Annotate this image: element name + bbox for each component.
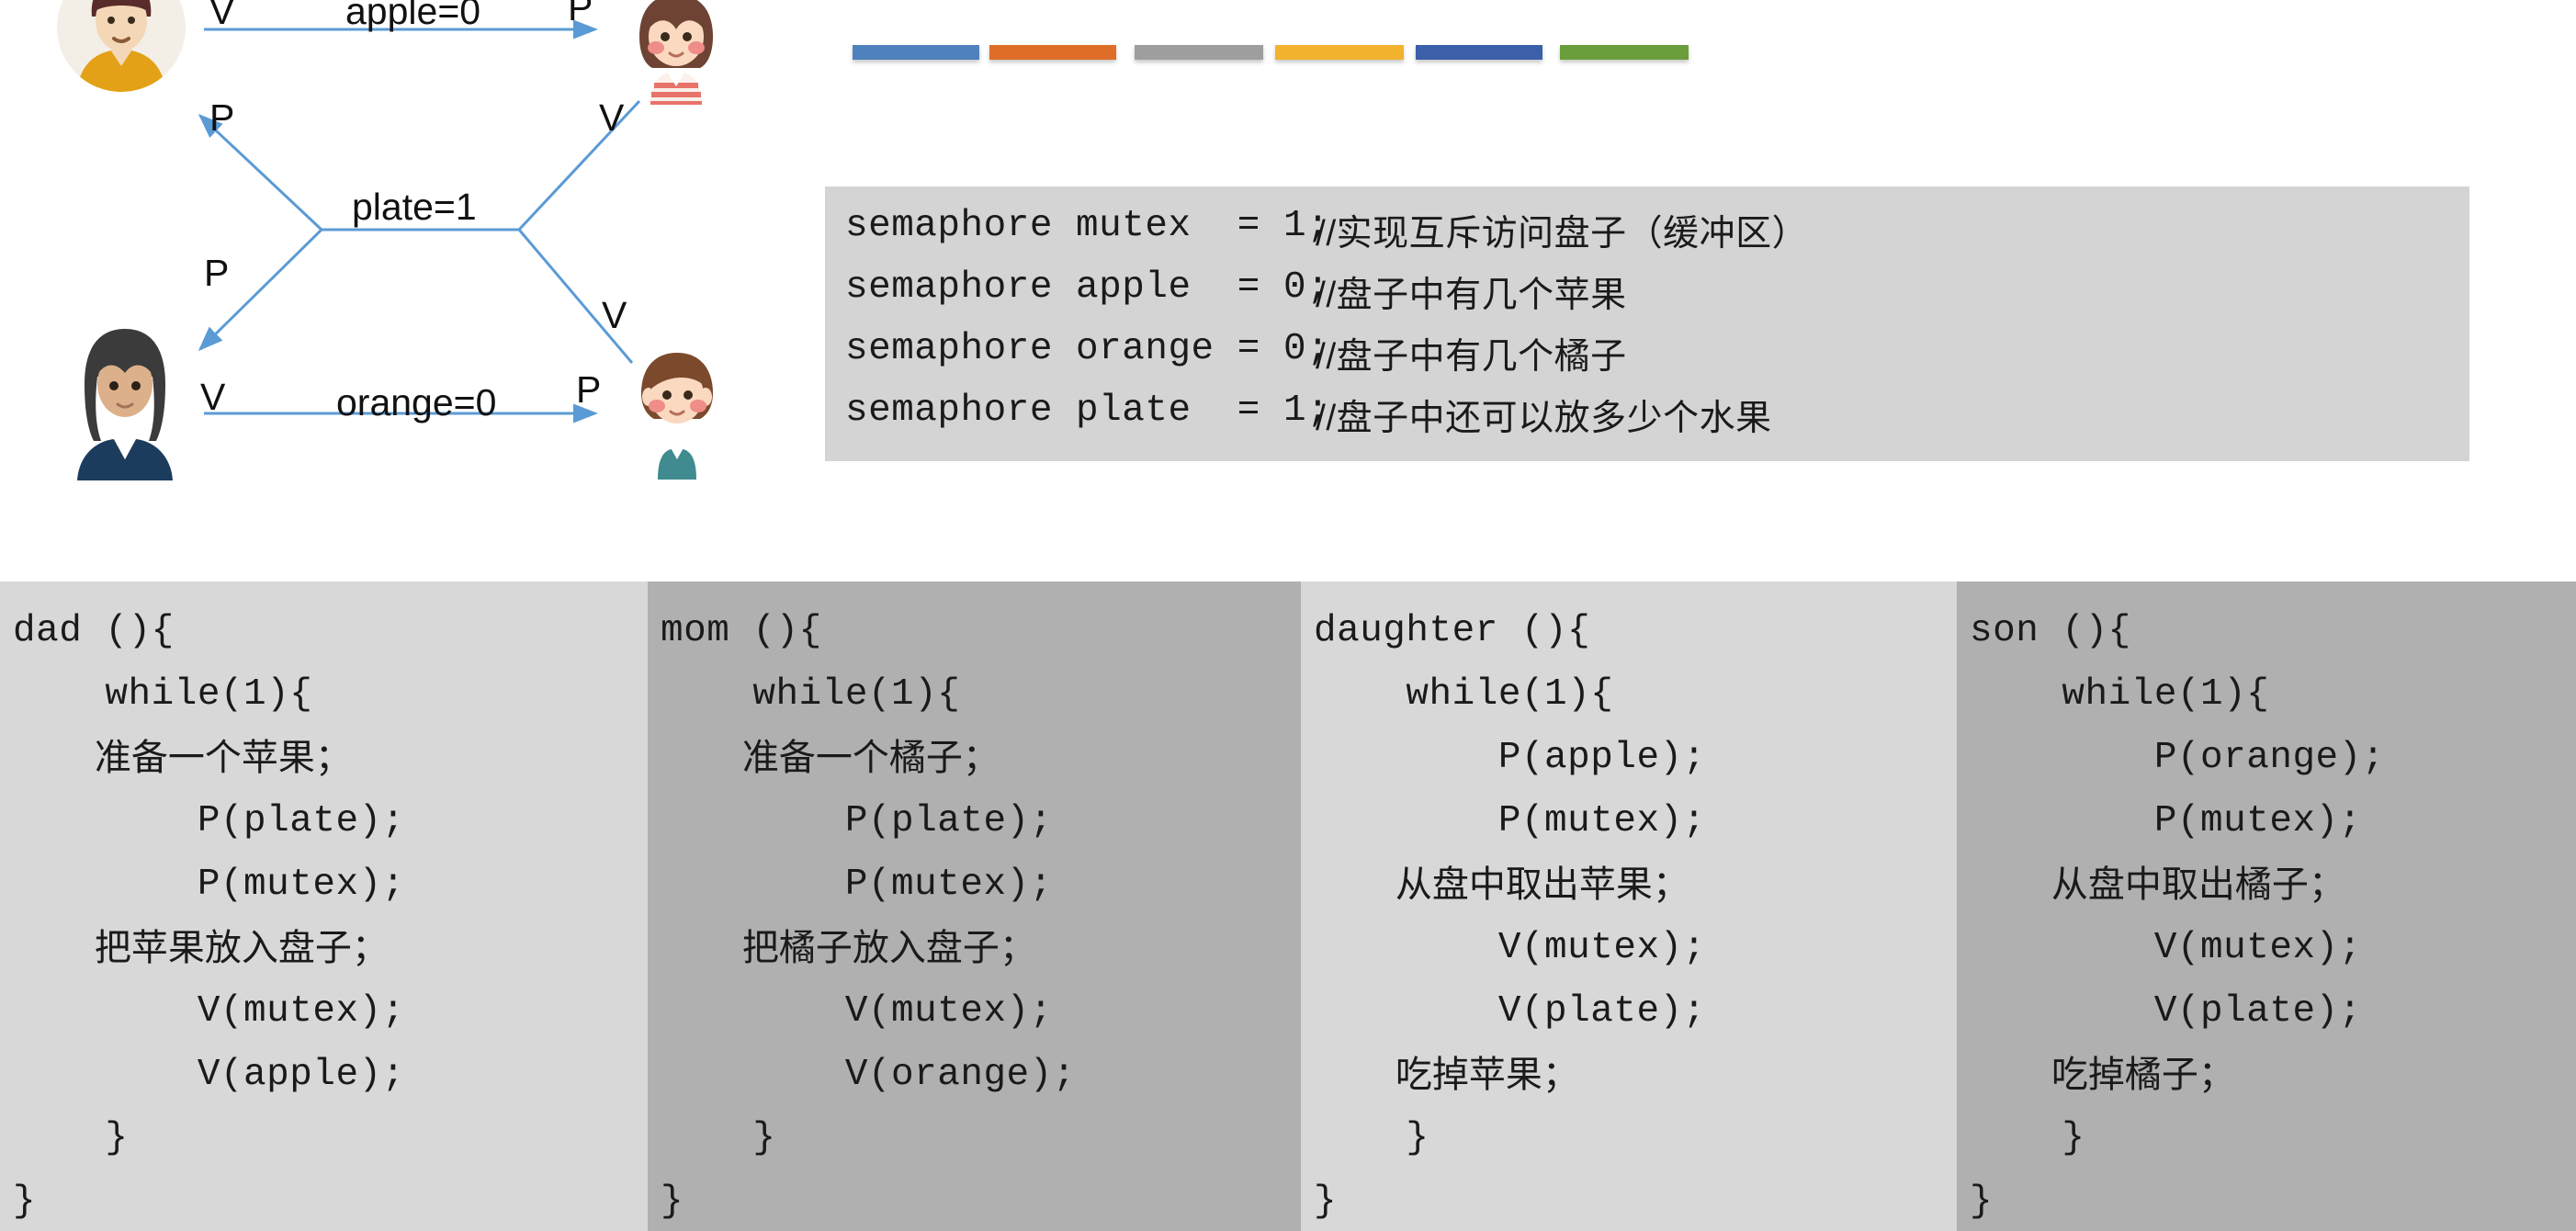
- code-line: V(mutex);: [1970, 927, 2362, 969]
- label-p-daughter: P: [568, 0, 593, 28]
- mother-avatar: [61, 320, 189, 480]
- code-line: while(1){: [661, 673, 961, 716]
- code-line: 准备一个苹果；: [13, 738, 352, 778]
- label-v-son: V: [602, 294, 627, 336]
- daughter-avatar-art: [639, 0, 713, 105]
- code-line: 吃掉苹果；: [1314, 1055, 1579, 1095]
- son-avatar-art: [641, 353, 713, 480]
- semaphore-declaration-code: semaphore plate = 1;: [845, 390, 1330, 432]
- code-line: 准备一个橘子；: [661, 738, 1000, 778]
- clipped-title-text: [1944, 34, 2330, 45]
- label-p-dad: P: [209, 96, 235, 139]
- semaphore-declaration-comment: //盘子中有几个苹果: [1316, 276, 1627, 315]
- semaphore-relationship-diagram: V apple=0 P P V plate=1 P V V orange=0 P: [0, 0, 799, 514]
- label-v-daughter: V: [599, 96, 625, 139]
- semaphore-declaration-code: semaphore orange = 0;: [845, 328, 1330, 370]
- chip-yellow: [1275, 45, 1404, 60]
- code-line: }: [1314, 1117, 1429, 1159]
- label-p-son: P: [576, 368, 602, 411]
- code-line: P(mutex);: [13, 864, 405, 906]
- semaphore-declarations-block: semaphore mutex = 1;//实现互斥访问盘子（缓冲区） semap…: [825, 186, 2469, 461]
- label-v-mom: V: [200, 376, 226, 418]
- slide-root: V apple=0 P P V plate=1 P V V orange=0 P…: [0, 0, 2576, 1231]
- code-line: }: [1970, 1180, 1994, 1223]
- semaphore-declaration-row: semaphore plate = 1;//盘子中还可以放多少个水果: [845, 390, 2469, 451]
- code-line: 把苹果放入盘子；: [13, 928, 389, 968]
- label-apple-edge: apple=0: [345, 0, 481, 32]
- process-code-panels: dad (){ while(1){ 准备一个苹果； P(plate); P(mu…: [0, 582, 2576, 1231]
- son-avatar: [617, 342, 737, 480]
- semaphore-declaration-row: semaphore orange = 0;//盘子中有几个橘子: [845, 328, 2469, 390]
- code-line: son (){: [1970, 610, 2131, 652]
- code-line: }: [13, 1180, 37, 1223]
- code-line: V(orange);: [661, 1054, 1076, 1096]
- label-v-dad: V: [209, 0, 235, 32]
- code-panel-son: son (){ while(1){ P(orange); P(mutex); 从…: [1957, 582, 2576, 1231]
- code-line: P(plate);: [661, 800, 1053, 842]
- code-line: V(mutex);: [1314, 927, 1706, 969]
- label-orange-edge: orange=0: [336, 381, 497, 424]
- code-line: }: [1970, 1117, 2085, 1159]
- code-line: P(apple);: [1314, 737, 1706, 779]
- chip-dark-blue: [1416, 45, 1542, 60]
- semaphore-declaration-comment: //实现互斥访问盘子（缓冲区）: [1316, 214, 1809, 254]
- semaphore-declaration-comment: //盘子中有几个橘子: [1316, 337, 1627, 377]
- code-line: V(plate);: [1314, 990, 1706, 1033]
- label-p-mom: P: [204, 252, 230, 294]
- label-plate-edge: plate=1: [352, 186, 477, 228]
- semaphore-declaration-comment: //盘子中还可以放多少个水果: [1316, 399, 1772, 438]
- code-line: 从盘中取出橘子；: [1970, 864, 2345, 905]
- code-panel-mom: mom (){ while(1){ 准备一个橘子； P(plate); P(mu…: [648, 582, 1301, 1231]
- code-line: while(1){: [13, 673, 313, 716]
- code-line: V(apple);: [13, 1054, 405, 1096]
- daughter-avatar: [614, 0, 739, 105]
- code-line: }: [661, 1117, 776, 1159]
- code-line: V(plate);: [1970, 990, 2362, 1033]
- code-line: P(mutex);: [1970, 800, 2362, 842]
- mother-avatar-art: [77, 329, 173, 480]
- code-line: daughter (){: [1314, 610, 1591, 652]
- code-line: P(orange);: [1970, 737, 2385, 779]
- code-line: while(1){: [1314, 673, 1614, 716]
- code-panel-daughter: daughter (){ while(1){ P(apple); P(mutex…: [1301, 582, 1957, 1231]
- code-line: 把橘子放入盘子；: [661, 928, 1036, 968]
- semaphore-declaration-row: semaphore mutex = 1;//实现互斥访问盘子（缓冲区）: [845, 205, 2469, 266]
- code-line: V(mutex);: [13, 990, 405, 1033]
- code-line: V(mutex);: [661, 990, 1053, 1033]
- code-line: P(plate);: [13, 800, 405, 842]
- code-panel-dad: dad (){ while(1){ 准备一个苹果； P(plate); P(mu…: [0, 582, 648, 1231]
- semaphore-declaration-row: semaphore apple = 0;//盘子中有几个苹果: [845, 266, 2469, 328]
- code-line: P(mutex);: [661, 864, 1053, 906]
- code-line: dad (){: [13, 610, 175, 652]
- chip-blue: [853, 45, 979, 60]
- code-line: P(mutex);: [1314, 800, 1706, 842]
- chip-green: [1560, 45, 1689, 60]
- chip-orange: [989, 45, 1116, 60]
- code-line: mom (){: [661, 610, 822, 652]
- semaphore-declaration-code: semaphore mutex = 1;: [845, 205, 1330, 247]
- code-line: 吃掉橘子；: [1970, 1055, 2235, 1095]
- code-line: }: [661, 1180, 684, 1223]
- code-line: }: [13, 1117, 129, 1159]
- chip-gray: [1135, 45, 1263, 60]
- code-line: }: [1314, 1180, 1338, 1223]
- code-line: 从盘中取出苹果；: [1314, 864, 1689, 905]
- code-line: while(1){: [1970, 673, 2270, 716]
- semaphore-declaration-code: semaphore apple = 0;: [845, 266, 1330, 309]
